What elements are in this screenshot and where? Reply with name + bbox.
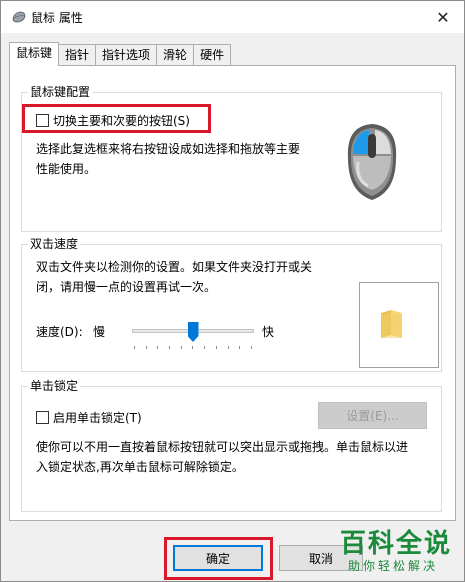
mouse-icon (12, 11, 26, 23)
slider-tick (192, 346, 194, 349)
click-lock-label: 启用单击锁定(T) (53, 411, 142, 425)
click-lock-desc-line1: 使你可以不用一直按着鼠标按钮就可以突出显示或拖拽。单击鼠标以进 (36, 440, 409, 454)
double-click-desc-line1: 双击文件夹以检测你的设置。如果文件夹没打开或关 (36, 260, 313, 274)
tab-wheel[interactable]: 滑轮 (156, 44, 195, 65)
slider-tick (157, 346, 159, 349)
ok-button-highlight (164, 537, 273, 580)
slider-tick (134, 346, 135, 349)
tab-pointers[interactable]: 指针 (58, 44, 97, 65)
double-click-group: 双击速度 双击文件夹以检测你的设置。如果文件夹没打开或关 闭，请用慢一点的设置再… (21, 237, 442, 372)
slider-tick (204, 346, 206, 349)
click-lock-box[interactable] (36, 411, 49, 424)
tab-panel: 鼠标键配置 切换主要和次要的按钮(S) 选择此复选框来将右按钮设成如选择和拖放等… (9, 65, 456, 521)
click-lock-settings-button[interactable]: 设置(E)... (318, 402, 427, 429)
slow-label: 慢 (93, 325, 106, 339)
button-config-title: 鼠标键配置 (28, 85, 93, 99)
watermark-title: 百科全说 (340, 529, 453, 559)
close-icon: ✕ (436, 7, 450, 27)
button-config-description: 选择此复选框来将右按钮设成如选择和拖放等主要 性能使用。 (36, 139, 326, 179)
double-click-desc-line2: 闭，请用慢一点的设置再试一次。 (36, 280, 217, 294)
slider-tick (145, 346, 147, 349)
title-bar: 鼠标 属性 ✕ (1, 1, 464, 33)
double-click-title: 双击速度 (28, 237, 81, 251)
click-lock-title: 单击锁定 (28, 379, 81, 393)
slider-tick (180, 346, 182, 349)
mouse-properties-window: 鼠标 属性 ✕ 鼠标键 指针 指针选项 滑轮 硬件 鼠标键配置 切换主要和次要的… (0, 0, 465, 582)
close-button[interactable]: ✕ (428, 5, 458, 29)
tab-hardware[interactable]: 硬件 (193, 44, 232, 65)
button-config-desc-line2: 性能使用。 (36, 162, 97, 176)
watermark-logo: 百科全说 助你轻松解决 (334, 523, 460, 579)
click-lock-desc-line2: 入锁定状态,再次单击鼠标可解除锁定。 (36, 460, 244, 474)
mouse-illustration-icon (347, 124, 397, 200)
tab-pointer-options[interactable]: 指针选项 (95, 44, 158, 65)
window-title: 鼠标 属性 (31, 11, 83, 25)
folder-icon[interactable] (378, 309, 404, 339)
slider-tick (169, 346, 171, 349)
button-config-desc-line1: 选择此复选框来将右按钮设成如选择和拖放等主要 (36, 142, 301, 156)
double-click-test-area[interactable] (359, 282, 439, 368)
click-lock-checkbox[interactable]: 启用单击锁定(T) (36, 409, 142, 426)
switch-checkbox-highlight (22, 104, 211, 133)
tab-buttons[interactable]: 鼠标键 (9, 42, 60, 66)
slider-tick (250, 346, 252, 349)
slider-tick (227, 346, 229, 349)
click-lock-description: 使你可以不用一直按着鼠标按钮就可以突出显示或拖拽。单击鼠标以进 入锁定状态,再次… (36, 437, 436, 477)
slider-tick (239, 346, 241, 349)
speed-slider-thumb[interactable] (187, 322, 199, 342)
double-click-description: 双击文件夹以检测你的设置。如果文件夹没打开或关 闭，请用慢一点的设置再试一次。 (36, 257, 336, 297)
speed-slider-ticks (134, 346, 252, 349)
fast-label: 快 (262, 325, 275, 339)
tab-strip: 鼠标键 指针 指针选项 滑轮 硬件 (9, 42, 232, 66)
slider-tick (215, 346, 217, 349)
speed-label: 速度(D): (36, 325, 83, 339)
watermark-subtitle: 助你轻松解决 (348, 559, 439, 573)
click-lock-group: 单击锁定 启用单击锁定(T) 设置(E)... 使你可以不用一直按着鼠标按钮就可… (21, 379, 442, 512)
